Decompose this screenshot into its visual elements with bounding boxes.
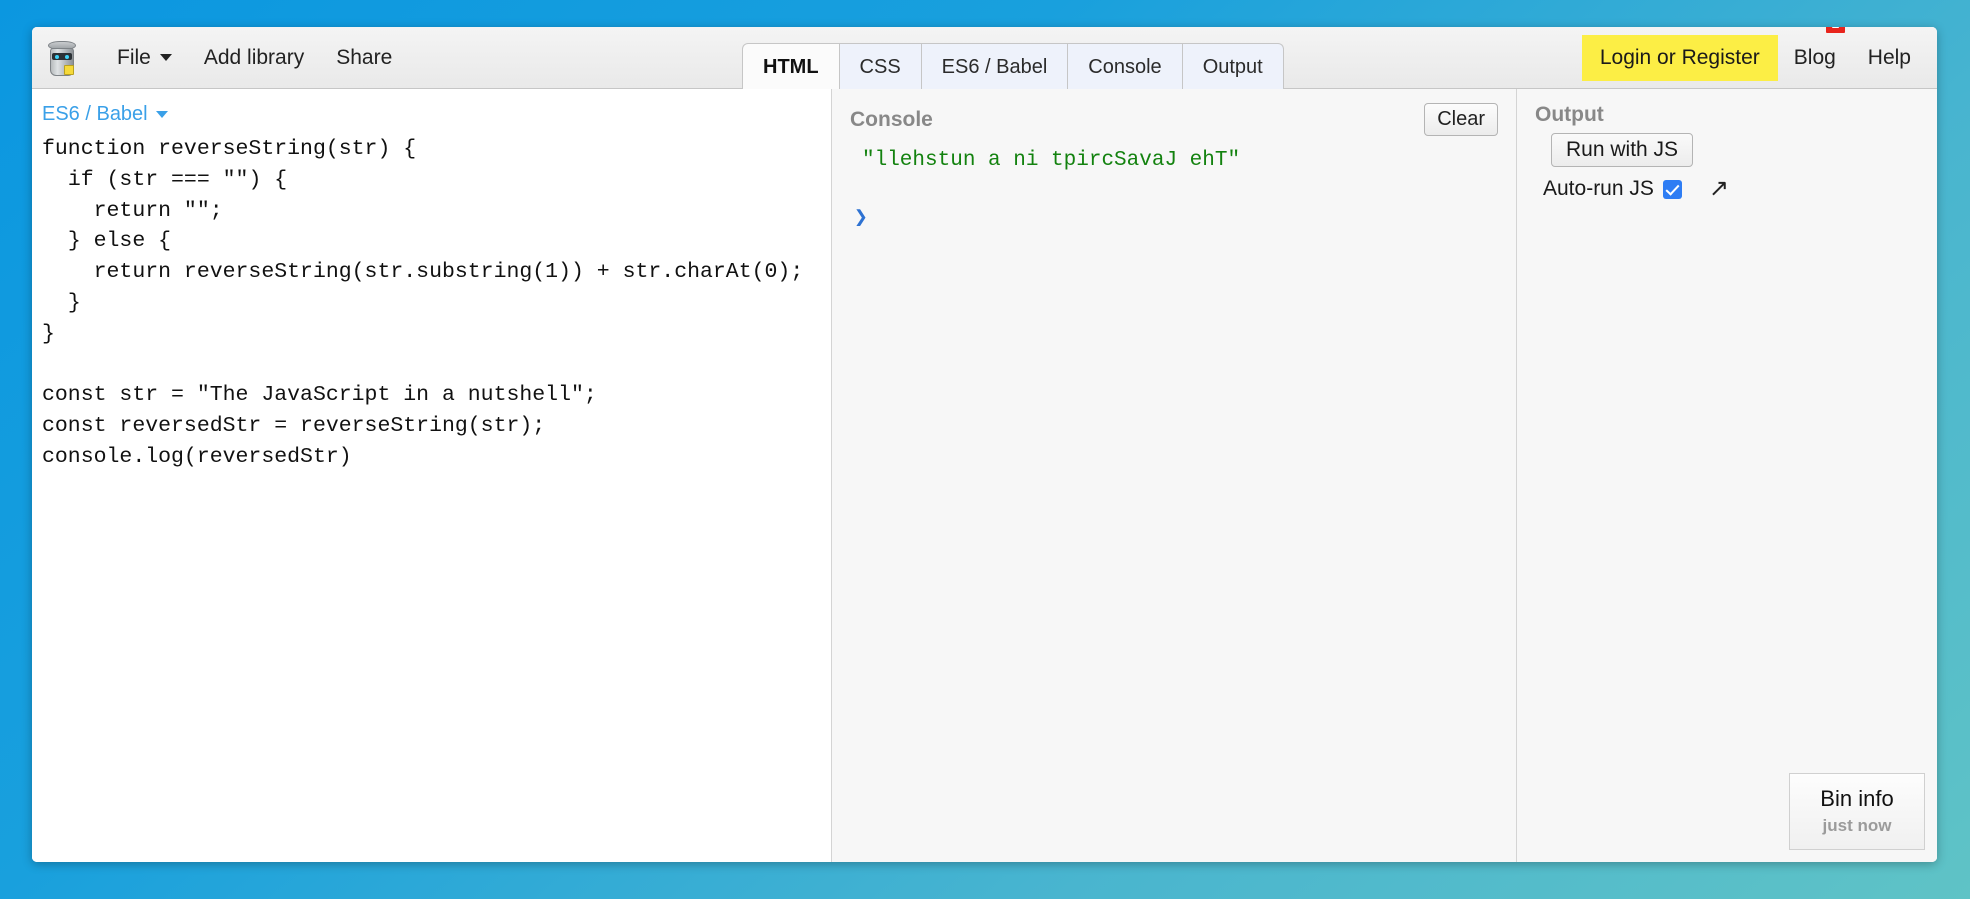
jsbin-robot-icon[interactable]: [47, 40, 77, 76]
console-panel: Console Clear "llehstun a ni tpircSavaJ …: [832, 89, 1517, 862]
run-with-js-button[interactable]: Run with JS: [1551, 133, 1694, 167]
panels-container: ES6 / Babel function reverseString(str) …: [32, 89, 1937, 862]
output-title: Output: [1535, 103, 1604, 126]
bin-info-box[interactable]: Bin info just now: [1789, 773, 1925, 850]
menu-share[interactable]: Share: [320, 27, 408, 88]
bin-info-title: Bin info: [1820, 786, 1894, 811]
editor-language-selector[interactable]: ES6 / Babel: [32, 89, 831, 134]
code-editor[interactable]: function reverseString(str) { if (str ==…: [32, 134, 831, 862]
console-title: Console: [850, 107, 933, 131]
menu-add-library-label: Add library: [203, 46, 305, 69]
tab-output[interactable]: Output: [1182, 43, 1284, 89]
menu-file[interactable]: File: [101, 27, 188, 88]
header-right-menu: Login or Register Blog 1 Help: [1581, 27, 1937, 88]
jsbin-app-window: File Add library Share HTML CSS ES6 / Ba…: [32, 27, 1937, 862]
robot-eye-left: [55, 54, 59, 59]
auto-run-js-label: Auto-run JS: [1543, 177, 1654, 200]
chevron-down-icon: [159, 54, 172, 61]
menu-share-label: Share: [336, 46, 393, 69]
console-output[interactable]: "llehstun a ni tpircSavaJ ehT" ❯: [832, 142, 1516, 862]
auto-run-js-checkbox[interactable]: [1662, 179, 1682, 199]
tab-css[interactable]: CSS: [839, 43, 922, 89]
console-prompt-icon[interactable]: ❯: [854, 204, 1516, 231]
blog-notification-badge: 1: [1825, 27, 1845, 33]
menu-add-library[interactable]: Add library: [188, 27, 320, 88]
console-header: Console Clear: [832, 89, 1516, 142]
panel-tabs: HTML CSS ES6 / Babel Console Output: [742, 43, 1284, 89]
robot-badge: [64, 64, 74, 75]
tab-html[interactable]: HTML: [742, 43, 840, 89]
editor-language-label: ES6 / Babel: [42, 103, 148, 125]
header-left-menu: File Add library Share: [32, 27, 408, 88]
menu-file-label: File: [117, 46, 151, 69]
robot-eye-right: [65, 54, 69, 59]
clear-console-button[interactable]: Clear: [1424, 103, 1498, 136]
editor-panel: ES6 / Babel function reverseString(str) …: [32, 89, 832, 862]
chevron-down-icon: [155, 111, 168, 118]
login-or-register-button[interactable]: Login or Register: [1581, 34, 1778, 81]
blog-link[interactable]: Blog: [1778, 27, 1852, 88]
bin-info-timestamp: just now: [1822, 816, 1892, 835]
popout-arrow-icon[interactable]: ↗: [1709, 177, 1729, 201]
help-link[interactable]: Help: [1852, 27, 1927, 88]
tab-console[interactable]: Console: [1068, 43, 1183, 89]
console-log-line: "llehstun a ni tpircSavaJ ehT": [862, 149, 1241, 172]
output-panel: Output Run with JS Auto-run JS ↗ Bin inf…: [1517, 89, 1937, 862]
output-controls: Run with JS Auto-run JS ↗: [1517, 133, 1937, 201]
app-header: File Add library Share HTML CSS ES6 / Ba…: [32, 27, 1937, 89]
blog-link-wrapper: Blog 1: [1778, 27, 1852, 88]
tab-es6-babel[interactable]: ES6 / Babel: [921, 43, 1069, 89]
auto-run-js-row: Auto-run JS ↗: [1543, 177, 1937, 201]
